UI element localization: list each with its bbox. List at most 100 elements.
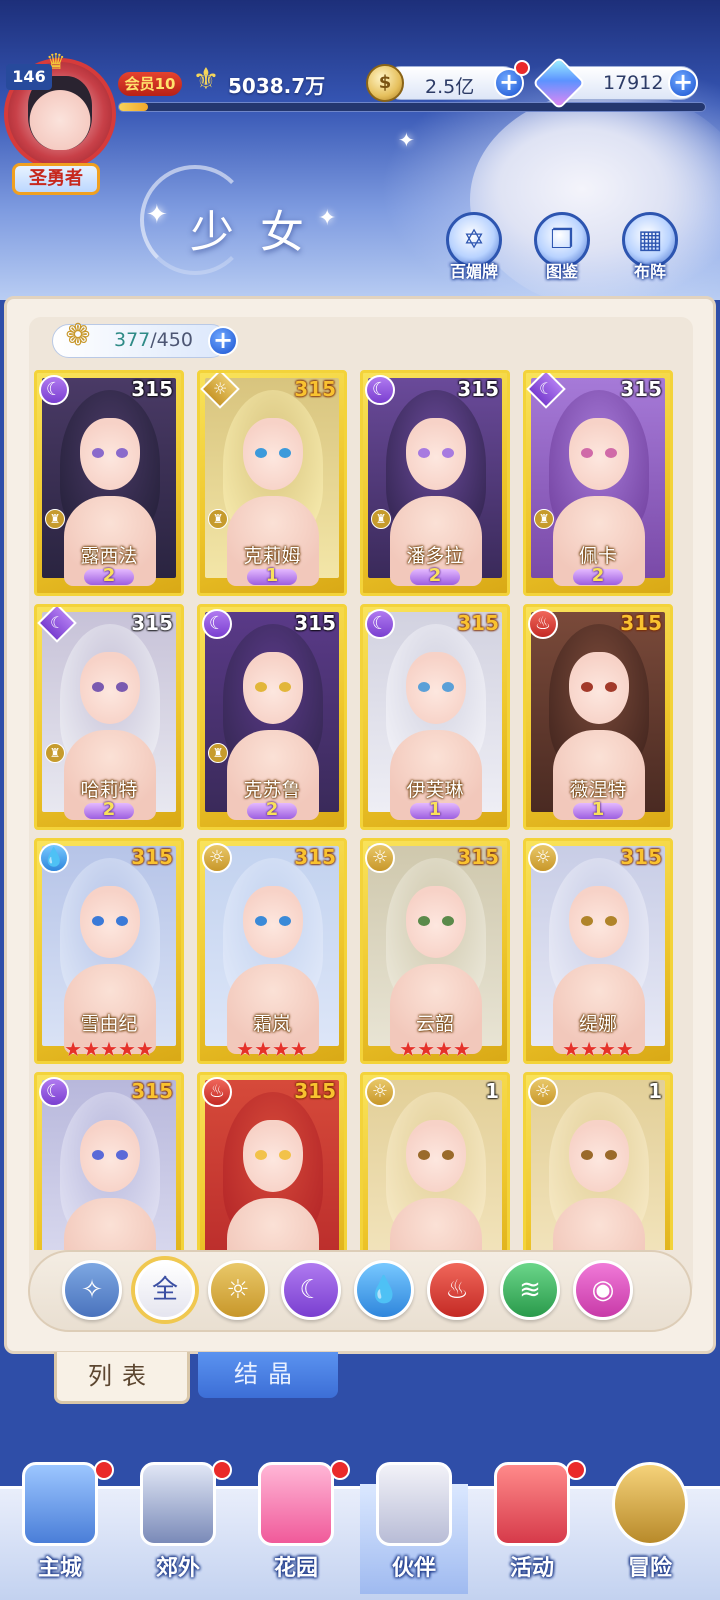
- card-level: 315: [457, 377, 499, 401]
- player-title-badge[interactable]: 圣勇者: [12, 163, 100, 195]
- character-card[interactable]: ☼ 315 云韶 ★★★★: [360, 838, 510, 1064]
- character-card[interactable]: ☼ 315 ♜ 克莉姆 1: [197, 370, 347, 596]
- formation-button[interactable]: ▦ 布阵: [614, 212, 686, 284]
- card-name: 露西法: [80, 545, 138, 567]
- character-card[interactable]: 💧 315 雪由纪 ★★★★★: [34, 838, 184, 1064]
- wind-filter-button[interactable]: ≋: [500, 1260, 560, 1320]
- character-eye: [279, 1150, 291, 1160]
- sun-element-icon: ☼: [528, 1077, 558, 1107]
- character-card[interactable]: ♨ 315: [197, 1072, 347, 1250]
- character-eye: [255, 682, 267, 692]
- chess-icon: ♜: [208, 509, 228, 529]
- character-eye: [116, 448, 128, 458]
- character-card[interactable]: ☼ 315 缇娜 ★★★★: [523, 838, 673, 1064]
- character-eye: [279, 448, 291, 458]
- character-portrait: [531, 1080, 665, 1250]
- character-face: [80, 652, 140, 724]
- compass-icon: [612, 1462, 688, 1546]
- character-card[interactable]: ☼ 1: [360, 1072, 510, 1250]
- character-eye: [92, 682, 104, 692]
- card-name: 佩卡: [578, 545, 617, 567]
- character-face: [569, 652, 629, 724]
- card-level: 315: [294, 611, 336, 635]
- nav-item-heart[interactable]: 花园: [240, 1454, 352, 1594]
- character-card[interactable]: ☾ 315 ♜ 露西法 2: [34, 370, 184, 596]
- vip-badge[interactable]: 会员10: [118, 72, 182, 96]
- wings-rank: 2: [265, 799, 279, 820]
- character-eye: [581, 1150, 593, 1160]
- character-card[interactable]: ♨ 315 薇涅特 1: [523, 604, 673, 830]
- character-eye: [442, 682, 454, 692]
- formation-button-label: 布阵: [633, 262, 666, 281]
- expand-roster-button[interactable]: +: [208, 326, 238, 356]
- card-name: 克苏鲁: [243, 779, 301, 801]
- tab-crystal[interactable]: 结晶: [198, 1352, 338, 1398]
- card-name: 潘多拉: [406, 545, 464, 567]
- nav-label: 伙伴: [391, 1556, 436, 1581]
- nav-item-gift[interactable]: 活动: [476, 1454, 588, 1594]
- notification-dot: [94, 1460, 114, 1480]
- cards-button[interactable]: ✡ 百媚牌: [438, 212, 510, 284]
- nav-item-castle[interactable]: 主城: [4, 1454, 116, 1594]
- nav-item-portal[interactable]: 郊外: [122, 1454, 234, 1594]
- character-card[interactable]: ☾ 315 伊芙琳 1: [360, 604, 510, 830]
- character-card[interactable]: ☼ 1: [523, 1072, 673, 1250]
- card-level: 315: [294, 845, 336, 869]
- chess-icon: ♜: [534, 509, 554, 529]
- card-level: 315: [620, 845, 662, 869]
- roster-count-current: 377: [114, 329, 151, 351]
- sun-element-icon: ☼: [202, 843, 232, 873]
- star-rating: ★★★★: [562, 1037, 634, 1061]
- codex-button[interactable]: ❐ 图鉴: [526, 212, 598, 284]
- void-filter-icon: ◉: [591, 1275, 615, 1305]
- wings-rank: 2: [428, 565, 442, 586]
- character-card[interactable]: ☾ 315 ♜ 佩卡 2: [523, 370, 673, 596]
- card-name: 薇涅特: [569, 779, 627, 801]
- character-eye: [255, 1150, 267, 1160]
- nav-item-compass[interactable]: 冒险: [594, 1454, 706, 1594]
- moon-filter-button[interactable]: ☾: [281, 1260, 341, 1320]
- character-eye: [92, 448, 104, 458]
- star-filter-icon: ✧: [81, 1275, 103, 1305]
- all-filter-button[interactable]: 全: [135, 1260, 195, 1320]
- moon-element-icon: ☾: [39, 375, 69, 405]
- fire-element-icon: ♨: [528, 609, 558, 639]
- add-gem-button[interactable]: +: [668, 68, 698, 98]
- character-face: [406, 1120, 466, 1192]
- character-card[interactable]: ☾ 315: [34, 1072, 184, 1250]
- character-eye: [581, 916, 593, 926]
- character-face: [569, 418, 629, 490]
- character-face: [80, 418, 140, 490]
- character-eye: [279, 916, 291, 926]
- water-filter-button[interactable]: 💧: [354, 1260, 414, 1320]
- character-card-grid: ☾ 315 ♜ 露西法 2 ☼ 315 ♜ 克莉姆 1 ☾ 315 ♜ 潘多拉 2 ☾ 315 ♜ 佩卡 2 ☾ 315 ♜…: [34, 370, 678, 1250]
- character-card[interactable]: ☾ 315 ♜ 克苏鲁 2: [197, 604, 347, 830]
- character-card[interactable]: ☾ 315 ♜ 潘多拉 2: [360, 370, 510, 596]
- character-face: [569, 1120, 629, 1192]
- gold-value: 2.5亿: [425, 76, 475, 98]
- nav-label: 主城: [37, 1556, 82, 1581]
- character-eye: [581, 682, 593, 692]
- character-card[interactable]: ☾ 315 ♜ 哈莉特 2: [34, 604, 184, 830]
- coins-bag-icon: ❁: [65, 318, 91, 353]
- void-filter-button[interactable]: ◉: [573, 1260, 633, 1320]
- character-face: [80, 1120, 140, 1192]
- sparkle-icon: ✦: [146, 200, 168, 230]
- card-level: 315: [294, 377, 336, 401]
- fire-filter-button[interactable]: ♨: [427, 1260, 487, 1320]
- page-title: 少女: [190, 207, 330, 258]
- card-level: 1: [485, 1079, 499, 1103]
- character-card[interactable]: ☼ 315 霜岚 ★★★★: [197, 838, 347, 1064]
- character-face: [406, 652, 466, 724]
- wings-rank: 2: [591, 565, 605, 586]
- character-eye: [92, 1150, 104, 1160]
- tab-list[interactable]: 列表: [54, 1352, 190, 1404]
- star-filter-button[interactable]: ✧: [62, 1260, 122, 1320]
- roster-count-max: /450: [150, 329, 193, 351]
- character-portrait: [368, 1080, 502, 1250]
- fire-element-icon: ♨: [202, 1077, 232, 1107]
- nav-item-partner[interactable]: 伙伴: [358, 1454, 470, 1594]
- wings-rank-icon: 1: [247, 565, 297, 589]
- sun-filter-button[interactable]: ☼: [208, 1260, 268, 1320]
- notification-dot: [514, 60, 530, 76]
